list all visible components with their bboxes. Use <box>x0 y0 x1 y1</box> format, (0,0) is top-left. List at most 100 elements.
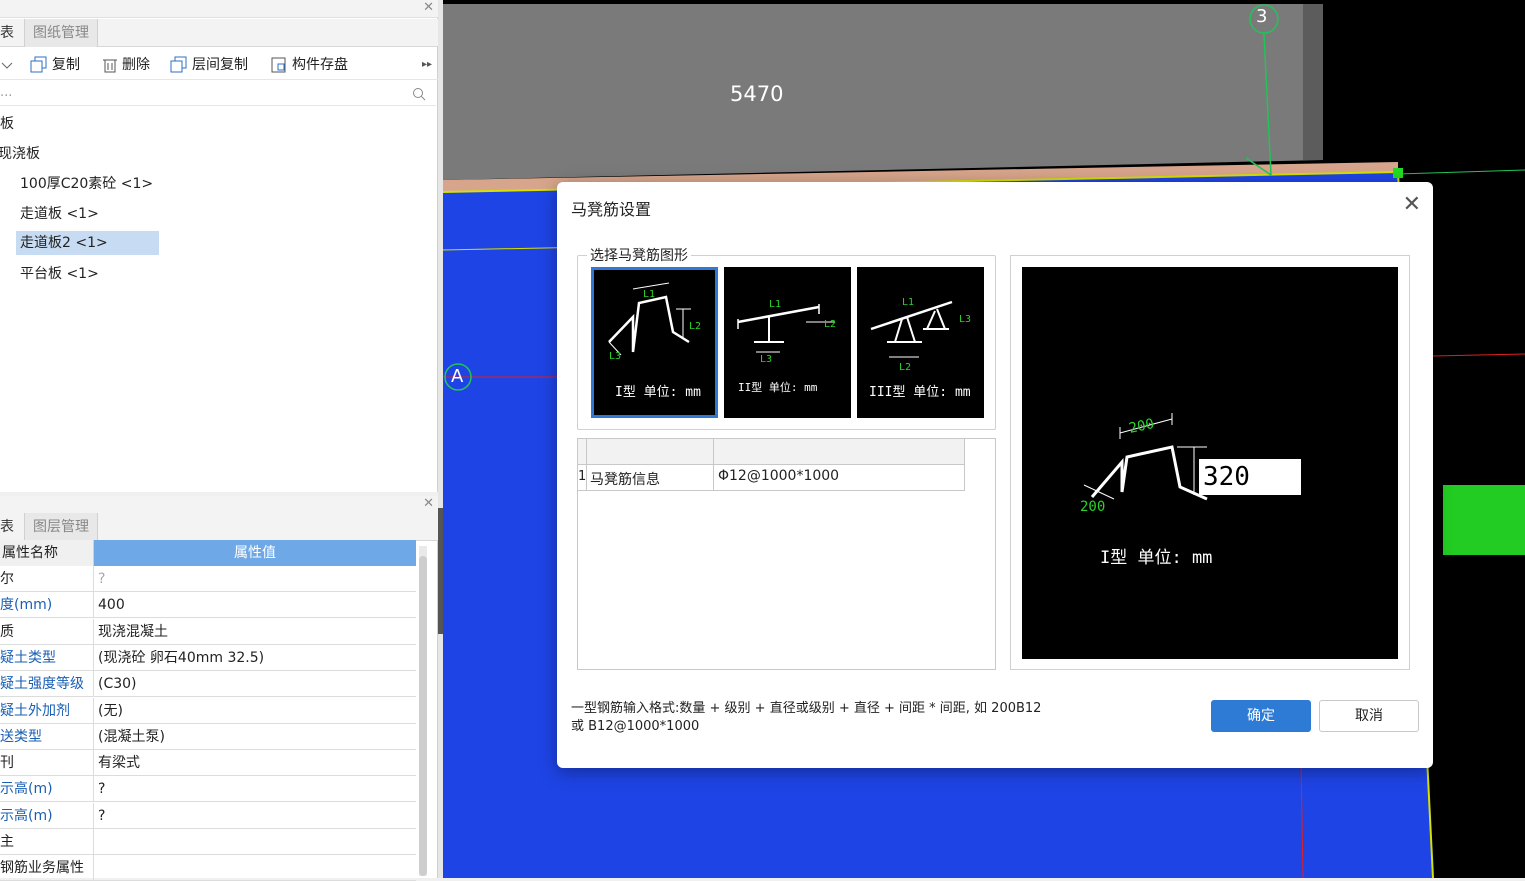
header-property-name: 属性名称 <box>0 540 94 566</box>
property-scrollbar[interactable] <box>419 546 427 876</box>
rebar-info-input[interactable]: Φ12@1000*1000 <box>718 468 839 484</box>
tab-layer-management[interactable]: 图层管理 <box>24 513 98 541</box>
tree-item-walkway-slab-2[interactable]: 走道板2 <1> <box>16 231 159 255</box>
grid-row-label: 马凳筋信息 <box>590 472 660 488</box>
svg-text:L1: L1 <box>902 297 914 308</box>
search-input[interactable]: ... <box>0 85 12 100</box>
confirm-button[interactable]: 确定 <box>1211 700 1311 732</box>
property-name: 疑土类型 <box>0 644 94 671</box>
gray-wall <box>443 4 1323 180</box>
property-row[interactable]: 主 <box>0 829 416 855</box>
save-component-button[interactable]: 构件存盘 <box>270 55 348 75</box>
tab-component-list[interactable]: 表 <box>0 19 22 47</box>
grid-row-number: 1 <box>578 469 587 484</box>
floor-copy-icon <box>170 56 187 73</box>
property-row[interactable]: 示高(m)? <box>0 776 416 803</box>
property-name: 疑土强度等级 <box>0 671 94 698</box>
property-value[interactable]: (无) <box>98 698 123 724</box>
rebar-info-grid: 1 马凳筋信息 Φ12@1000*1000 <box>577 438 996 670</box>
property-value[interactable]: 400 <box>98 592 125 618</box>
preview-caption: I型 单位: mm <box>1100 548 1213 568</box>
floor-copy-button[interactable]: 层间复制 <box>170 55 248 75</box>
property-value[interactable]: ? <box>98 803 105 829</box>
property-value[interactable]: 现浇混凝土 <box>98 619 168 645</box>
property-name: 示高(m) <box>0 776 94 803</box>
grip-point <box>1393 168 1403 178</box>
delete-button[interactable]: 删除 <box>102 55 150 75</box>
svg-text:L3: L3 <box>609 351 621 362</box>
shape-2-drawing: L1 L2 L3 <box>737 299 836 365</box>
svg-text:L3: L3 <box>959 314 971 325</box>
property-value[interactable]: ? <box>98 566 105 592</box>
shape-type-3[interactable]: L1 L3 L2 III型 单位: mm <box>857 267 984 418</box>
tree-item-slab[interactable]: 板 <box>0 112 14 136</box>
property-name: 尔 <box>0 566 94 592</box>
property-value[interactable]: (C30) <box>98 671 137 697</box>
input-format-hint: 一型钢筋输入格式:数量 + 级别 + 直径或级别 + 直径 + 间距 * 间距,… <box>571 700 1131 736</box>
property-row[interactable]: 疑土外加剂 (无) <box>0 697 416 724</box>
property-row[interactable]: 质现浇混凝土 <box>0 618 416 645</box>
tab-strip: 表 图纸管理 <box>0 19 438 47</box>
copy-button[interactable]: 复制 <box>30 55 80 75</box>
trash-icon <box>103 59 117 73</box>
property-value[interactable]: (混凝土泵) <box>98 724 165 750</box>
property-row[interactable]: 示高(m)? <box>0 802 416 829</box>
green-element <box>1443 485 1525 555</box>
property-name: 刊 <box>0 750 94 777</box>
save-component-icon <box>271 57 286 73</box>
shape-type-2[interactable]: L1 L2 L3 II型 单位: mm <box>724 267 851 418</box>
property-name: 送类型 <box>0 723 94 750</box>
preview-dim-top: 200 <box>1128 416 1156 437</box>
stool-rebar-dialog: 马凳筋设置 ✕ 选择马凳筋图形 L1 L2 L3 I型 单位: mm L1 L2 <box>557 182 1433 768</box>
tab-strip: 表 图层管理 <box>0 513 438 541</box>
property-value[interactable]: 有梁式 <box>98 750 140 776</box>
more-icon[interactable]: ▸▸ <box>422 55 432 75</box>
hint-line-2: 或 B12@1000*1000 <box>571 719 700 734</box>
delete-label: 删除 <box>122 57 150 73</box>
panel-close-icon[interactable]: ✕ <box>423 0 434 15</box>
dimension-label: 5470 <box>730 82 784 106</box>
component-list-panel: ✕ 表 图纸管理 复制 删除 层间复制 构件存盘 ▸▸ ... 板 现浇板 10 <box>0 0 438 492</box>
dialog-close-icon[interactable]: ✕ <box>1403 192 1421 217</box>
cancel-button[interactable]: 取消 <box>1319 700 1419 732</box>
shape-type-1[interactable]: L1 L2 L3 I型 单位: mm <box>591 267 718 418</box>
panel-titlebar: ✕ <box>0 496 438 514</box>
component-toolbar: 复制 删除 层间复制 构件存盘 ▸▸ <box>0 50 438 80</box>
copy-icon <box>30 56 47 73</box>
property-row[interactable]: 度(mm) 400 <box>0 592 416 619</box>
property-row[interactable]: 疑土类型 (现浇砼 卵石40mm 32.5) <box>0 644 416 671</box>
property-row[interactable]: 疑土强度等级 (C30) <box>0 671 416 698</box>
svg-text:L2: L2 <box>689 321 701 332</box>
search-icon[interactable] <box>412 87 426 101</box>
property-name: 度(mm) <box>0 592 94 619</box>
property-row[interactable]: 尔? <box>0 566 416 592</box>
save-component-label: 构件存盘 <box>292 57 348 73</box>
property-value[interactable]: (现浇砼 卵石40mm 32.5) <box>98 645 264 671</box>
tree-item-walkway-slab[interactable]: 走道板 <1> <box>20 202 99 226</box>
property-panel: ✕ 表 图层管理 属性名称 属性值 尔? 度(mm) 400 质现浇混凝土 疑土类型 (现… <box>0 496 438 881</box>
copy-label: 复制 <box>52 57 80 73</box>
new-dropdown-icon[interactable] <box>0 55 18 75</box>
hint-line-1: 一型钢筋输入格式:数量 + 级别 + 直径或级别 + 直径 + 间距 * 间距,… <box>571 701 1042 716</box>
shape-preview: 200 200 320 I型 单位: mm <box>1022 267 1398 659</box>
property-name: 质 <box>0 618 94 645</box>
search-bar: ... <box>0 82 436 106</box>
tree-item-platform-slab[interactable]: 平台板 <1> <box>20 262 99 286</box>
shape-2-caption: II型 单位: mm <box>738 381 818 394</box>
tab-drawing-management[interactable]: 图纸管理 <box>24 19 98 47</box>
property-row[interactable]: 钢筋业务属性 <box>0 855 416 881</box>
tree-item-c20-slab[interactable]: 100厚C20素砼 <1> <box>20 172 153 196</box>
wall-side <box>1303 4 1323 160</box>
property-row[interactable]: 刊有梁式 <box>0 750 416 777</box>
tree-item-cast-slab[interactable]: 现浇板 <box>0 142 40 166</box>
scrollbar-thumb[interactable] <box>419 556 427 876</box>
svg-text:L1: L1 <box>643 289 655 300</box>
property-name: 钢筋业务属性 <box>0 855 94 881</box>
property-row[interactable]: 送类型 (混凝土泵) <box>0 723 416 750</box>
panel-close-icon[interactable]: ✕ <box>423 496 434 511</box>
dimension-value-input[interactable]: 320 <box>1199 459 1301 495</box>
dialog-title: 马凳筋设置 <box>571 200 652 219</box>
tab-property-list[interactable]: 表 <box>0 513 22 541</box>
shape-3-caption: III型 单位: mm <box>869 385 971 400</box>
property-value[interactable]: ? <box>98 776 105 802</box>
